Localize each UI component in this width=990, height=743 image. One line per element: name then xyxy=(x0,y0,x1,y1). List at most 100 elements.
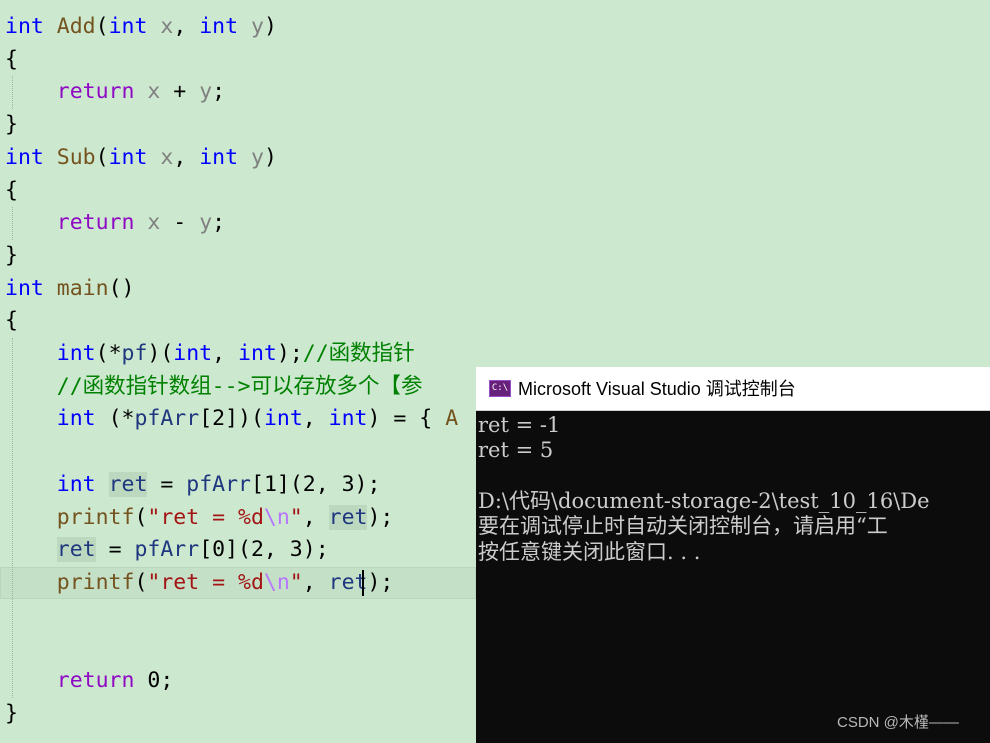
code-line[interactable]: return x - y; xyxy=(5,207,225,239)
code-token-pun: (* xyxy=(95,341,122,366)
code-token-fn: Sub xyxy=(56,144,96,170)
code-line[interactable]: } xyxy=(5,240,18,272)
code-token-prm: y xyxy=(251,144,264,170)
watermark: CSDN @木槿—— xyxy=(837,714,959,731)
code-token-pun xyxy=(44,145,57,170)
code-line[interactable]: //函数指针数组-->可以存放多个【参 xyxy=(5,371,423,403)
code-token-fn: printf xyxy=(56,569,135,595)
code-token-prm: y xyxy=(251,14,264,39)
code-line[interactable]: int ret = pfArr[1](2, 3); xyxy=(5,469,380,501)
code-line[interactable]: printf("ret = %d\n", ret); xyxy=(5,502,393,534)
code-token-pun xyxy=(96,472,109,497)
code-line[interactable]: { xyxy=(5,305,18,337)
code-line[interactable]: printf("ret = %d\n", ret); xyxy=(5,567,394,599)
code-token-pun: ) xyxy=(263,144,277,170)
code-line[interactable]: int Sub(int x, int y) xyxy=(5,142,277,174)
code-token-pun: ); xyxy=(276,341,303,366)
code-token-var: ret xyxy=(328,504,368,530)
code-token-pun: ; xyxy=(212,210,226,236)
console-app-icon: C:\ xyxy=(489,380,511,397)
code-token-pun xyxy=(44,276,57,301)
code-token-pun xyxy=(134,210,147,235)
code-token-pun xyxy=(238,14,251,39)
console-titlebar[interactable]: C:\ Microsoft Visual Studio 调试控制台 xyxy=(476,367,990,411)
code-line[interactable]: { xyxy=(5,44,18,76)
code-token-pun: ); xyxy=(367,569,394,595)
code-token-prm: x xyxy=(147,79,161,105)
code-token-pun xyxy=(44,14,57,39)
code-token-str: " xyxy=(289,504,303,530)
code-token-kw: int xyxy=(5,14,44,39)
code-token-pun: ( xyxy=(95,144,109,170)
code-token-pun: 0; xyxy=(134,668,174,693)
code-token-pun: ( xyxy=(134,504,148,530)
code-token-kw: int xyxy=(5,144,44,170)
code-line[interactable]: int (*pfArr[2])(int, int) = { A xyxy=(5,403,458,435)
code-token-var: pf xyxy=(121,341,148,366)
code-line[interactable]: } xyxy=(5,109,18,141)
code-token-prm: x xyxy=(147,210,161,236)
code-token-var: pfArr xyxy=(186,471,251,497)
code-token-var: pfArr xyxy=(134,406,200,432)
code-token-pun: )( xyxy=(147,341,174,366)
code-token-kw: int xyxy=(56,406,96,432)
code-token-fn: A xyxy=(445,406,459,432)
code-token-str: "ret = %d xyxy=(147,504,264,530)
console-line: 按任意键关闭此窗口. . . xyxy=(478,539,701,564)
debug-console-window[interactable]: C:\ Microsoft Visual Studio 调试控制台 ret = … xyxy=(476,367,990,743)
code-token-pun: , xyxy=(302,406,329,432)
code-line[interactable]: } xyxy=(5,698,18,730)
code-token-pun: = xyxy=(147,471,187,497)
code-token-var: ret xyxy=(108,471,148,497)
code-token-ctl: return xyxy=(56,79,135,105)
code-token-pun xyxy=(5,570,57,595)
console-line: D:\代码\document-storage-2\test_10_16\De xyxy=(478,488,930,513)
code-token-pun: + xyxy=(160,79,200,105)
code-token-prm: x xyxy=(160,14,174,39)
code-token-pun xyxy=(5,210,57,235)
code-token-fn: main xyxy=(56,275,109,301)
code-token-pun: { xyxy=(5,308,18,334)
code-line[interactable]: int Add(int x, int y) xyxy=(5,11,277,43)
code-token-kw: int xyxy=(199,144,239,170)
code-line[interactable]: ret = pfArr[0](2, 3); xyxy=(5,534,329,566)
code-token-kw: int xyxy=(328,406,368,432)
code-token-prm: y xyxy=(199,210,213,236)
code-token-pun: ( xyxy=(134,569,148,595)
code-token-pun: ; xyxy=(212,79,226,105)
code-token-pun: { xyxy=(5,177,18,203)
code-token-pun xyxy=(147,145,160,170)
code-token-pun: [0](2, 3); xyxy=(199,537,329,563)
code-token-pun: , xyxy=(173,144,200,170)
code-token-kw: int xyxy=(199,14,239,39)
code-token-fn: printf xyxy=(56,504,135,530)
code-token-pun: (* xyxy=(95,406,135,432)
code-token-var: ret xyxy=(56,537,96,563)
code-token-pun: } xyxy=(5,242,18,268)
code-token-pun xyxy=(5,505,57,530)
code-line[interactable]: return x + y; xyxy=(5,76,225,108)
code-token-pun: , xyxy=(173,14,200,39)
text-caret xyxy=(362,569,364,596)
code-token-kw: int xyxy=(108,144,148,170)
code-token-pun: , xyxy=(212,341,239,366)
code-line[interactable]: int(*pf)(int, int);//函数指针 xyxy=(5,338,415,370)
code-token-cm: //函数指针 xyxy=(302,341,415,366)
code-token-prm: y xyxy=(199,79,213,105)
code-token-kw: int xyxy=(56,471,96,497)
code-line[interactable]: int main() xyxy=(5,273,134,305)
console-line: ret = 5 xyxy=(478,438,554,463)
code-token-pun: ) xyxy=(263,14,277,39)
code-token-pun xyxy=(5,537,57,562)
code-token-pun xyxy=(5,668,57,693)
code-token-pun: , xyxy=(302,569,329,595)
code-line[interactable]: return 0; xyxy=(5,665,174,697)
code-token-pun: , xyxy=(302,504,329,530)
code-token-kw: int xyxy=(173,341,213,366)
code-token-esc: \n xyxy=(263,569,290,595)
console-line: 要在调试停止时自动关闭控制台，请启用“工 xyxy=(478,514,888,539)
code-line[interactable]: { xyxy=(5,175,18,207)
code-token-kw: int xyxy=(108,14,148,39)
code-token-str: " xyxy=(289,569,303,595)
code-token-ctl: return xyxy=(56,210,135,236)
